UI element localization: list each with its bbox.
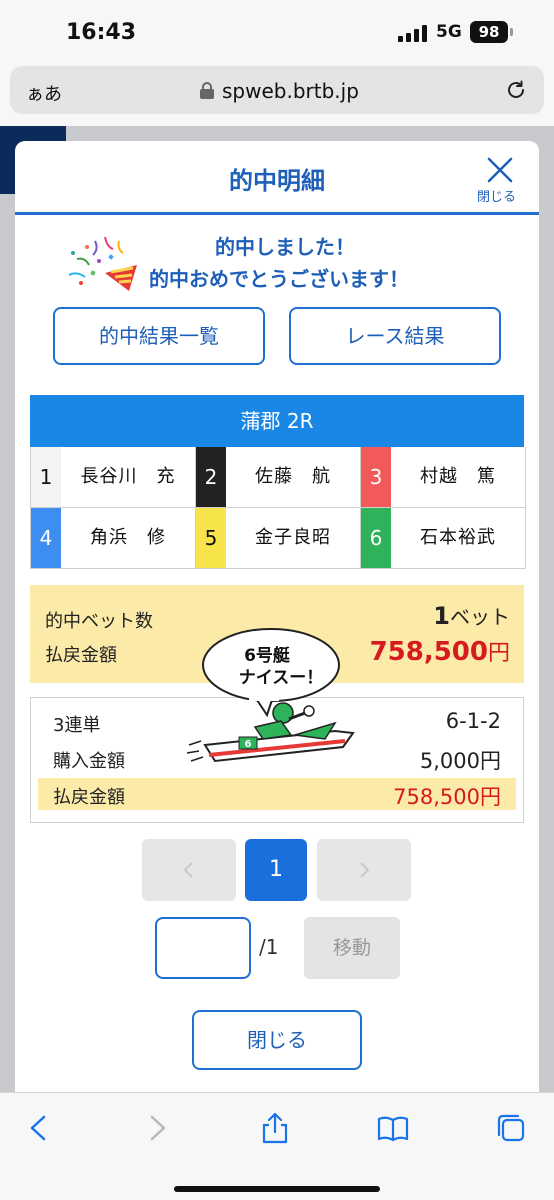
bet-count-unit: ベット <box>450 605 510 629</box>
race-results-button[interactable]: レース結果 <box>289 307 501 365</box>
racer-name: 佐藤 航 <box>255 466 331 487</box>
signal-icon <box>398 24 428 42</box>
chevron-right-icon <box>360 862 370 878</box>
racer-name: 金子良昭 <box>255 527 331 548</box>
racer-boat-number: 5 <box>196 508 226 568</box>
reader-settings-button[interactable]: ぁあ <box>26 80 62 106</box>
detail-payout-label: 払戻金額 <box>53 787 125 808</box>
bet-type-label: 3連単 <box>53 715 101 736</box>
modal-title: 的中明細 <box>229 167 325 195</box>
page-total-label: /1 <box>259 935 279 959</box>
congrats-message: 的中しました！ 的中おめでとうございます！ <box>15 229 539 291</box>
racer-boat-number: 4 <box>31 508 61 568</box>
bubble-line-1: 6号艇 <box>244 645 290 666</box>
payout-value: 758,500 <box>369 637 488 667</box>
bet-count: 1ベット <box>433 601 510 630</box>
racer-boat-number: 6 <box>361 508 391 568</box>
close-icon[interactable] <box>485 155 515 185</box>
share-icon[interactable] <box>258 1111 292 1145</box>
payout-unit: 円 <box>487 641 510 666</box>
next-page-button[interactable] <box>317 839 411 901</box>
status-bar: 16:43 5G 98 <box>0 0 554 62</box>
racer-cell: 5 金子良昭 <box>196 508 361 569</box>
race-header: 蒲郡 2R <box>30 395 524 447</box>
party-popper-icon <box>68 236 137 291</box>
chevron-left-icon <box>183 862 193 878</box>
payout-label: 払戻金額 <box>45 645 117 666</box>
modal-header: 的中明細 閉じる <box>15 141 539 215</box>
bet-count-value: 1 <box>433 602 450 630</box>
congrats-line-2: 的中おめでとうございます！ <box>149 267 409 291</box>
racer-cell: 4 角浜 修 <box>31 508 196 569</box>
bet-count-label: 的中ベット数 <box>45 611 153 632</box>
back-icon[interactable] <box>22 1111 56 1145</box>
detail-payout-value: 758,500円 <box>393 785 501 809</box>
close-button[interactable]: 閉じる <box>192 1010 362 1070</box>
battery-cap <box>510 28 513 36</box>
close-icon-label[interactable]: 閉じる <box>477 186 516 205</box>
network-label: 5G <box>436 22 462 42</box>
bet-type-value: 6-1-2 <box>445 709 501 733</box>
hit-results-list-button[interactable]: 的中結果一覧 <box>53 307 265 365</box>
browser-toolbar <box>0 1092 554 1200</box>
racer-boat-number: 2 <box>196 447 226 507</box>
reload-icon[interactable] <box>504 78 528 102</box>
racer-boat-number: 3 <box>361 447 391 507</box>
go-page-button[interactable]: 移動 <box>304 917 400 979</box>
racer-name: 長谷川 充 <box>80 466 176 487</box>
racer-cell: 3 村越 篤 <box>361 447 526 508</box>
payout-total: 758,500円 <box>370 635 510 667</box>
current-page-button[interactable]: 1 <box>245 839 307 901</box>
racer-name: 村越 篤 <box>420 466 496 487</box>
racer-cell: 6 石本裕武 <box>361 508 526 569</box>
hit-details-modal: 的中明細 閉じる 的中しました！ 的中おめでとうございます！ 的中結果一覧 レー… <box>15 141 539 1092</box>
battery-icon: 98 <box>470 21 508 43</box>
purchase-value: 5,000円 <box>419 749 501 773</box>
address-bar[interactable]: ぁあ spweb.brtb.jp <box>10 66 544 114</box>
detail-payout-row: 払戻金額 758,500円 <box>38 778 516 810</box>
bubble-line-2: ナイスー！ <box>239 668 324 688</box>
boat-number-label: 6 <box>245 739 252 750</box>
page-number-input[interactable] <box>155 917 251 979</box>
url-text[interactable]: spweb.brtb.jp <box>222 79 359 103</box>
home-indicator <box>174 1186 380 1192</box>
lock-icon <box>200 82 214 99</box>
racer-boat-number: 1 <box>31 447 61 507</box>
forward-icon[interactable] <box>140 1111 174 1145</box>
tabs-icon[interactable] <box>494 1111 528 1145</box>
previous-page-button[interactable] <box>142 839 236 901</box>
racer-grid: 1 長谷川 充 2 佐藤 航 3 村越 篤 4 角浜 修 5 金子良昭 6 石本裕武 <box>30 447 526 569</box>
racer-name: 石本裕武 <box>420 527 496 548</box>
racer-name: 角浜 修 <box>90 527 166 548</box>
bookmarks-icon[interactable] <box>376 1111 410 1145</box>
congrats-line-1: 的中しました！ <box>215 235 355 259</box>
status-time: 16:43 <box>66 20 137 45</box>
purchase-label: 購入金額 <box>53 751 125 772</box>
address-area: ぁあ spweb.brtb.jp <box>0 62 554 126</box>
racer-cell: 1 長谷川 充 <box>31 447 196 508</box>
boat-mascot-illustration: 6号艇 ナイスー！ 6 <box>186 628 355 763</box>
racer-cell: 2 佐藤 航 <box>196 447 361 508</box>
